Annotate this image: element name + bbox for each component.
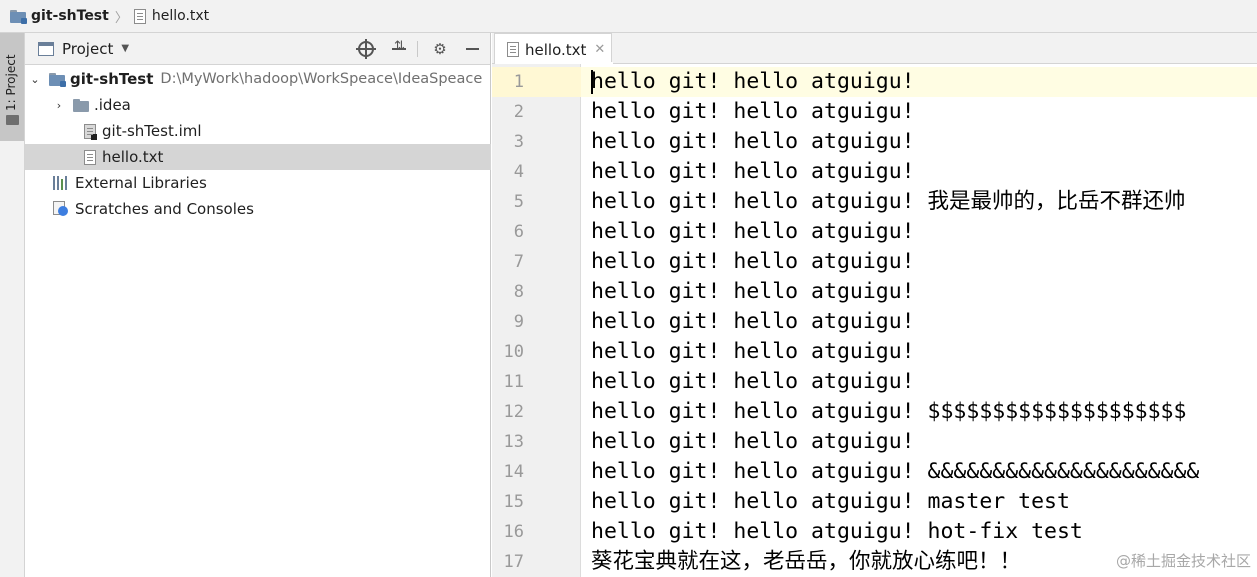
line-number: 2	[513, 102, 524, 122]
code-line[interactable]: hello git! hello atguigu!	[591, 277, 1257, 307]
tree-item-label: Scratches and Consoles	[75, 200, 254, 218]
code-line[interactable]: hello git! hello atguigu!	[591, 247, 1257, 277]
collapse-all-icon	[392, 39, 406, 56]
folder-icon	[73, 98, 89, 112]
line-number: 16	[503, 522, 524, 542]
tree-item-idea-folder[interactable]: › .idea	[25, 92, 491, 118]
line-number: 4	[513, 162, 524, 182]
navigation-bar: git-shTest 〉 hello.txt	[0, 0, 1257, 33]
text-file-icon	[133, 8, 146, 24]
line-number: 6	[513, 222, 524, 242]
breadcrumb-file[interactable]: hello.txt	[133, 0, 210, 32]
tree-item-label: External Libraries	[75, 174, 207, 192]
folder-icon	[6, 115, 19, 125]
library-icon	[53, 176, 69, 190]
tree-item-iml-file[interactable]: git-shTest.iml	[25, 118, 491, 144]
gear-icon: ⚙	[433, 40, 447, 58]
line-number: 10	[503, 342, 524, 362]
text-file-icon	[84, 149, 96, 165]
editor-tab-bar: hello.txt ✕	[492, 33, 1257, 65]
text-file-icon	[507, 42, 519, 57]
breadcrumb-project[interactable]: git-shTest	[10, 0, 109, 32]
project-panel-header: Project ▼ ⚙	[25, 33, 490, 65]
code-line[interactable]: hello git! hello atguigu! master test	[591, 487, 1257, 517]
hide-panel-button[interactable]	[463, 40, 481, 58]
editor-area: hello.txt ✕ 1 2 3 4 5 6 7 8 9 10 11 12 1…	[492, 33, 1257, 577]
locate-file-button[interactable]	[356, 39, 376, 59]
line-number: 13	[503, 432, 524, 452]
code-line[interactable]: hello git! hello atguigu!	[591, 217, 1257, 247]
module-folder-icon	[10, 9, 27, 24]
editor-tab-hello-txt[interactable]: hello.txt ✕	[494, 33, 613, 65]
code-line[interactable]: hello git! hello atguigu!	[591, 97, 1257, 127]
chevron-down-icon[interactable]: ⌄	[29, 73, 41, 86]
code-line[interactable]: hello git! hello atguigu!	[591, 157, 1257, 187]
settings-button[interactable]: ⚙	[431, 40, 449, 58]
scratches-icon	[53, 201, 69, 217]
tree-item-hello-txt[interactable]: hello.txt	[25, 144, 491, 170]
line-number: 3	[513, 132, 524, 152]
code-line[interactable]: hello git! hello atguigu! 我是最帅的，比岳不群还帅	[591, 187, 1257, 217]
collapse-all-button[interactable]	[390, 39, 408, 58]
project-view-icon	[38, 41, 54, 56]
header-divider	[417, 41, 418, 57]
close-icon[interactable]: ✕	[594, 42, 605, 57]
module-folder-icon	[49, 72, 66, 87]
chevron-down-icon[interactable]: ▼	[121, 43, 129, 54]
line-number: 7	[513, 252, 524, 272]
breadcrumb-separator-icon: 〉	[114, 10, 128, 26]
line-number: 14	[503, 462, 524, 482]
project-tool-window: Project ▼ ⚙ ⌄ git-shTest D:\MyWork\hadoo…	[25, 33, 491, 577]
crosshair-icon	[356, 39, 376, 59]
line-number: 8	[513, 282, 524, 302]
project-tool-tab[interactable]: 1: Project	[0, 33, 24, 141]
code-line[interactable]: hello git! hello atguigu!	[591, 337, 1257, 367]
tool-window-strip: 1: Project	[0, 33, 25, 577]
line-number: 17	[503, 552, 524, 572]
project-view-selector[interactable]: Project	[62, 40, 113, 58]
tree-item-external-libraries[interactable]: External Libraries	[25, 170, 491, 196]
breadcrumb-file-label: hello.txt	[151, 8, 210, 24]
text-caret	[591, 70, 593, 94]
code-line[interactable]: hello git! hello atguigu! hot-fix test	[591, 517, 1257, 547]
tree-item-project-root[interactable]: ⌄ git-shTest D:\MyWork\hadoop\WorkSpeace…	[25, 66, 491, 92]
tree-item-label: hello.txt	[102, 148, 164, 166]
breadcrumb-project-label: git-shTest	[31, 8, 109, 24]
tree-item-label: .idea	[94, 96, 131, 114]
project-path: D:\MyWork\hadoop\WorkSpeace\IdeaSpeace	[160, 71, 483, 87]
line-number: 9	[513, 312, 524, 332]
code-line[interactable]: hello git! hello atguigu!	[591, 367, 1257, 397]
module-file-icon	[84, 123, 97, 140]
tree-item-label: git-shTest	[70, 70, 154, 88]
code-line[interactable]: hello git! hello atguigu!	[591, 127, 1257, 157]
line-number-gutter: 1 2 3 4 5 6 7 8 9 10 11 12 13 14 15 16 1…	[492, 64, 581, 577]
code-line[interactable]: hello git! hello atguigu!	[591, 67, 1257, 97]
watermark: @稀土掘金技术社区	[1115, 552, 1251, 570]
line-number: 12	[503, 402, 524, 422]
code-line[interactable]: hello git! hello atguigu!	[591, 307, 1257, 337]
project-tool-tab-label: 1: Project	[4, 54, 18, 111]
line-number: 1	[513, 72, 524, 92]
line-number: 15	[503, 492, 524, 512]
line-number: 5	[513, 192, 524, 212]
tree-item-label: git-shTest.iml	[102, 122, 202, 140]
chevron-right-icon[interactable]: ›	[53, 99, 65, 112]
code-line[interactable]: hello git! hello atguigu! &&&&&&&&&&&&&&…	[591, 457, 1257, 487]
minus-icon	[465, 48, 479, 50]
line-number: 11	[503, 372, 524, 392]
code-line[interactable]: hello git! hello atguigu!	[591, 427, 1257, 457]
tree-item-scratches[interactable]: Scratches and Consoles	[25, 196, 491, 222]
code-editor[interactable]: hello git! hello atguigu! hello git! hel…	[581, 64, 1257, 577]
editor-tab-label: hello.txt	[525, 40, 587, 59]
code-line[interactable]: hello git! hello atguigu! $$$$$$$$$$$$$$…	[591, 397, 1257, 427]
